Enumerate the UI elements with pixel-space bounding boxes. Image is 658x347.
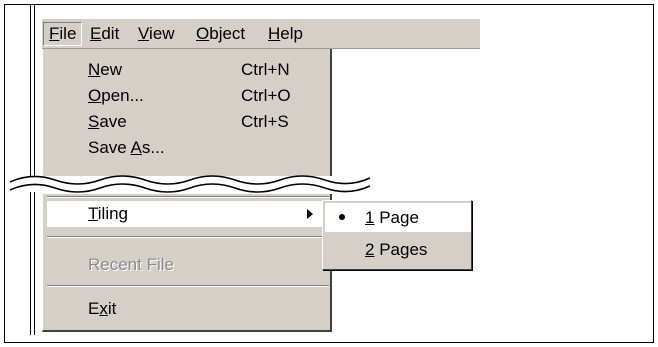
- menu-item-new[interactable]: New Ctrl+N: [43, 57, 330, 83]
- menu-item-exit-label: Exit: [88, 299, 117, 318]
- menu-item-new-label: New: [88, 60, 123, 79]
- menu-view[interactable]: View: [138, 23, 175, 45]
- submenu-item-1-page-label: 1 Page: [365, 208, 419, 227]
- menu-item-save[interactable]: Save Ctrl+S: [43, 109, 330, 135]
- menu-separator: [47, 196, 329, 198]
- menu-bar: File Edit View Object Help: [42, 19, 480, 49]
- menu-item-open[interactable]: Open... Ctrl+O: [43, 83, 330, 109]
- file-menu-bottom: Tiling Recent File Exit: [42, 194, 332, 332]
- menu-item-recent-file: Recent File: [43, 252, 330, 278]
- submenu-item-1-page[interactable]: 1 Page: [325, 203, 471, 232]
- menu-separator: [47, 236, 329, 238]
- menu-item-save-shortcut: Ctrl+S: [241, 112, 289, 131]
- menu-object-mnemonic: O: [196, 24, 210, 43]
- tiling-submenu: 1 Page 2 Pages: [322, 200, 472, 270]
- menu-edit-label: dit: [101, 24, 120, 43]
- menu-item-recent-file-label: Recent File: [88, 255, 174, 274]
- menu-edit-mnemonic: E: [90, 24, 102, 43]
- menu-item-save-label: Save: [88, 112, 127, 131]
- menu-item-save-as[interactable]: Save As...: [43, 135, 330, 161]
- menu-file[interactable]: File: [43, 22, 83, 46]
- menu-object-label: bject: [209, 24, 246, 43]
- menu-help[interactable]: Help: [268, 23, 303, 45]
- menu-help-mnemonic: H: [268, 24, 281, 43]
- menu-view-mnemonic: V: [138, 24, 150, 43]
- menu-separator: [47, 285, 329, 287]
- menu-item-save-as-label: Save As...: [88, 138, 165, 157]
- menu-item-tiling[interactable]: Tiling: [47, 201, 329, 227]
- submenu-item-2-pages[interactable]: 2 Pages: [325, 235, 471, 264]
- submenu-item-2-pages-label: 2 Pages: [365, 240, 428, 259]
- menu-item-open-shortcut: Ctrl+O: [241, 86, 291, 105]
- menu-item-tiling-label: Tiling: [88, 204, 129, 223]
- menu-file-label: ile: [59, 24, 77, 43]
- menu-view-label: iew: [149, 24, 175, 43]
- menu-item-exit[interactable]: Exit: [43, 296, 330, 322]
- menu-file-mnemonic: F: [49, 24, 60, 43]
- menu-edit[interactable]: Edit: [90, 23, 119, 45]
- menu-help-label: elp: [280, 24, 303, 43]
- menu-object[interactable]: Object: [196, 23, 245, 45]
- menu-item-open-label: Open...: [88, 86, 144, 105]
- radio-bullet-icon: [339, 214, 345, 220]
- submenu-arrow-icon: [307, 209, 313, 219]
- menu-item-new-shortcut: Ctrl+N: [241, 60, 290, 79]
